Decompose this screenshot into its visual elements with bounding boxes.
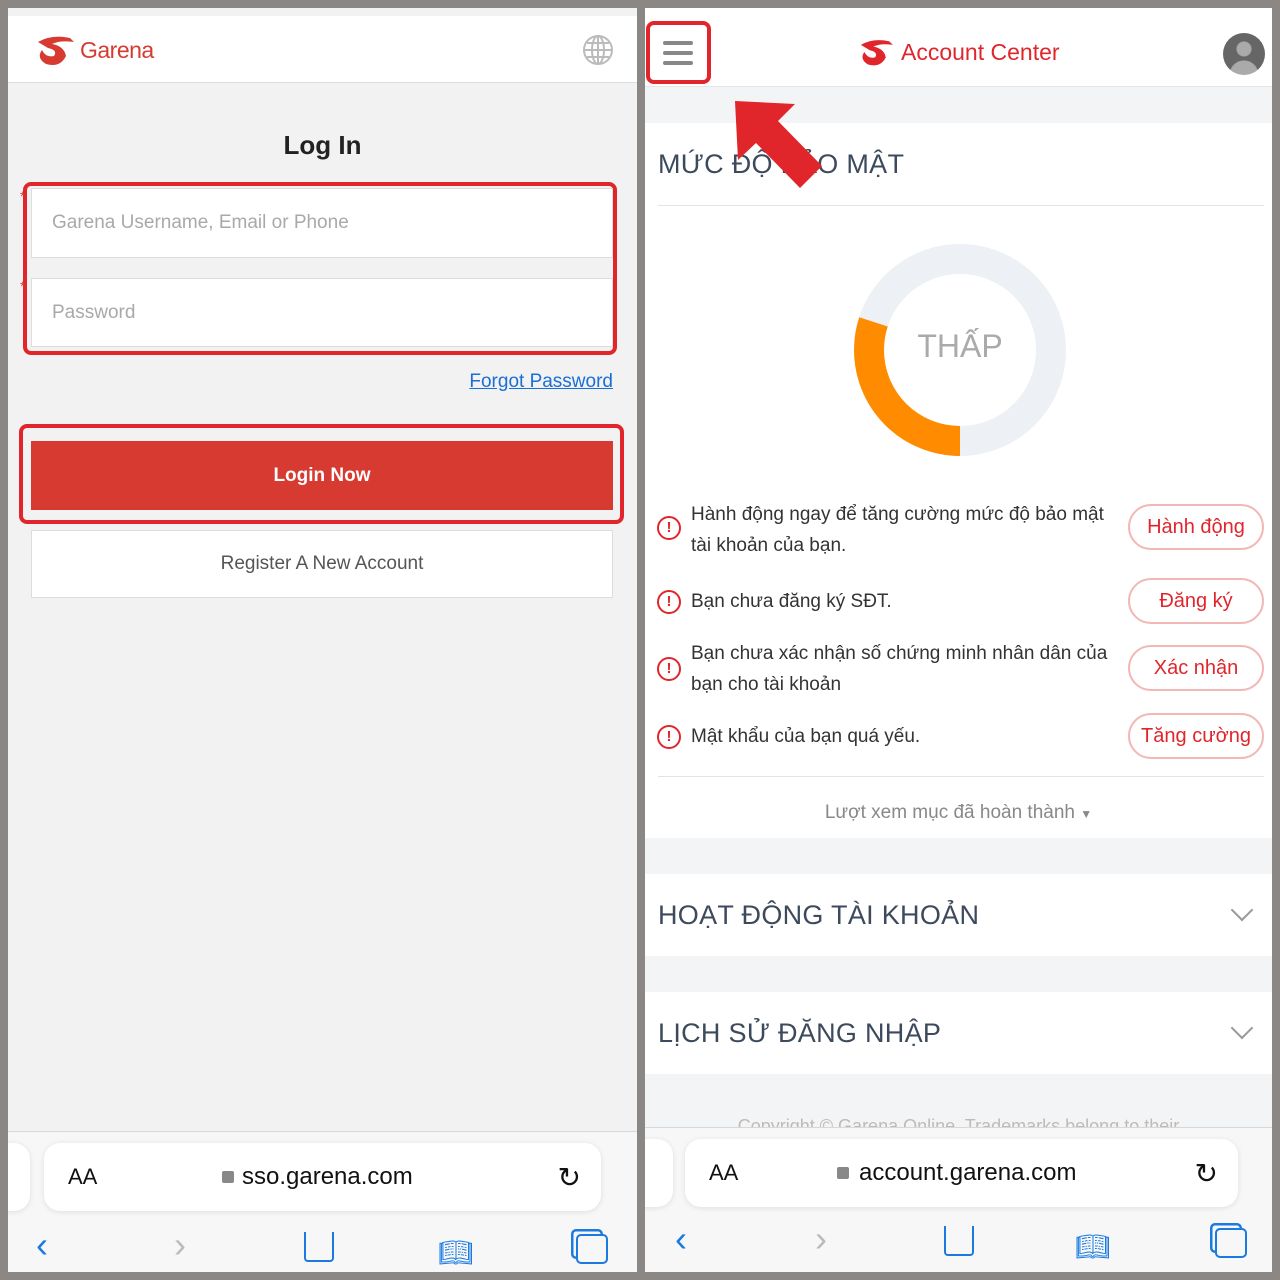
required-marker: * <box>20 278 26 294</box>
divider <box>658 205 1264 206</box>
alert-icon: ! <box>657 516 681 540</box>
back-icon[interactable]: ‹ <box>36 1224 48 1266</box>
item-text: Bạn chưa xác nhận số chứng minh nhân dân… <box>691 643 1108 695</box>
forward-icon[interactable]: › <box>815 1218 827 1260</box>
garena-dragon-icon <box>38 36 74 65</box>
header: Garena <box>8 16 637 83</box>
security-item: ! Bạn chưa đăng ký SĐT. Đăng ký <box>655 573 1264 633</box>
item-text: Mật khẩu của bạn quá yếu. <box>691 726 921 747</box>
action-button[interactable]: Hành động <box>1128 504 1264 550</box>
globe-icon[interactable] <box>582 34 614 66</box>
view-completed-toggle[interactable]: Lượt xem mục đã hoàn thành ▼ <box>645 802 1272 824</box>
forward-icon[interactable]: › <box>174 1224 186 1266</box>
security-item: ! Bạn chưa xác nhận số chứng minh nhân dâ… <box>655 633 1264 705</box>
item-text: Bạn chưa đăng ký SĐT. <box>691 591 892 612</box>
url-text: sso.garena.com <box>242 1163 413 1190</box>
hamburger-menu-icon[interactable] <box>663 41 693 65</box>
register-phone-button[interactable]: Đăng ký <box>1128 578 1264 624</box>
share-icon[interactable] <box>304 1232 334 1262</box>
login-now-button[interactable]: Login Now <box>31 441 613 510</box>
security-level-label: THẤP <box>917 328 1003 364</box>
item-text: Hành động ngay để tăng cường mức độ bảo … <box>691 504 1104 556</box>
back-icon[interactable]: ‹ <box>675 1218 687 1260</box>
tabs-icon[interactable] <box>576 1234 608 1264</box>
text-size-button[interactable]: AA <box>709 1160 738 1186</box>
username-input[interactable]: Garena Username, Email or Phone <box>31 188 613 258</box>
bookmarks-icon[interactable]: 📖︎ <box>438 1236 474 1269</box>
browser-bar: AA account.garena.com ↻ ‹ › 📖︎ <box>645 1127 1272 1272</box>
caret-down-icon: ▼ <box>1080 807 1093 821</box>
strengthen-password-button[interactable]: Tăng cường <box>1128 713 1264 759</box>
account-center-screen: Account Center MỨC ĐỘ BẢO MẬT THẤP !Hành… <box>645 8 1272 1272</box>
section-heading: LỊCH SỬ ĐĂNG NHẬP <box>658 1018 942 1048</box>
alert-icon: ! <box>657 657 681 681</box>
browser-bar: AA sso.garena.com ↻ ‹ › 📖︎ <box>8 1131 637 1272</box>
header: Account Center <box>645 8 1272 87</box>
text-size-button[interactable]: AA <box>68 1164 97 1190</box>
username-placeholder: Garena Username, Email or Phone <box>52 212 349 233</box>
lock-icon <box>837 1167 849 1179</box>
section-heading: HOẠT ĐỘNG TÀI KHOẢN <box>658 900 980 930</box>
security-item: ! Mật khẩu của bạn quá yếu. Tăng cường <box>655 708 1264 768</box>
avatar[interactable] <box>1223 33 1265 75</box>
red-arrow-annotation <box>735 101 822 188</box>
alert-icon: ! <box>657 725 681 749</box>
account-activity-section[interactable]: HOẠT ĐỘNG TÀI KHOẢN <box>645 874 1272 956</box>
reload-icon[interactable]: ↻ <box>558 1161 581 1194</box>
security-section: MỨC ĐỘ BẢO MẬT THẤP !Hành động ngay để t… <box>645 123 1272 838</box>
login-history-section[interactable]: LỊCH SỬ ĐĂNG NHẬP <box>645 992 1272 1074</box>
garena-logo[interactable]: Garena <box>34 32 154 68</box>
lock-icon <box>222 1171 234 1183</box>
url-text: account.garena.com <box>859 1159 1077 1186</box>
forgot-password-link[interactable]: Forgot Password <box>469 371 613 393</box>
view-completed-label: Lượt xem mục đã hoàn thành <box>824 802 1075 823</box>
previous-tab-pill[interactable] <box>645 1139 673 1207</box>
divider <box>658 776 1264 777</box>
bookmarks-icon[interactable]: 📖︎ <box>1075 1230 1111 1263</box>
page-title: Account Center <box>901 38 1060 65</box>
share-icon[interactable] <box>944 1226 974 1256</box>
chevron-down-icon[interactable] <box>1230 898 1254 922</box>
previous-tab-pill[interactable] <box>8 1143 30 1211</box>
address-bar[interactable]: AA account.garena.com ↻ <box>685 1139 1238 1207</box>
reload-icon[interactable]: ↻ <box>1195 1157 1218 1190</box>
page-title: Log In <box>283 130 362 160</box>
address-bar[interactable]: AA sso.garena.com ↻ <box>44 1143 601 1211</box>
password-placeholder: Password <box>52 301 136 323</box>
alert-icon: ! <box>657 590 681 614</box>
verify-id-button[interactable]: Xác nhận <box>1128 645 1264 691</box>
password-input[interactable]: Password <box>31 278 613 347</box>
chevron-down-icon[interactable] <box>1230 1016 1254 1040</box>
logo-text: Garena <box>80 36 154 63</box>
login-screen: Garena Log In * Garena Username, Email o… <box>8 8 637 1272</box>
security-item: ! Hành động ngay để tăng cường mức độ bảo… <box>655 495 1264 565</box>
required-marker: * <box>20 188 26 204</box>
register-button[interactable]: Register A New Account <box>31 530 613 598</box>
garena-dragon-icon <box>860 40 893 66</box>
account-center-logo: Account Center <box>857 36 1060 68</box>
tabs-icon[interactable] <box>1215 1228 1247 1258</box>
